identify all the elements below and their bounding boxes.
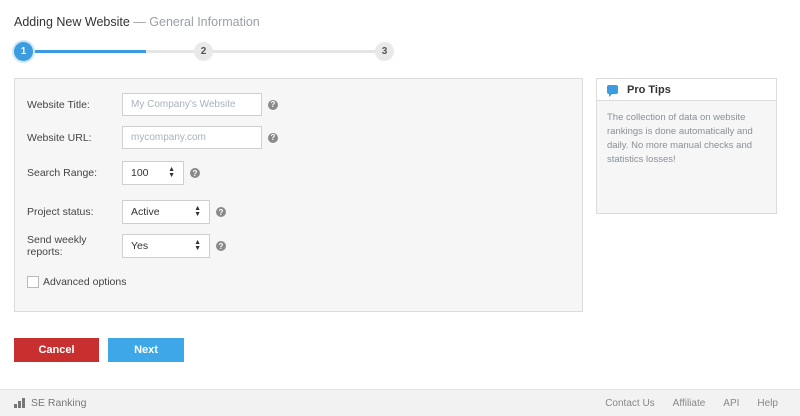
- chat-bubble-icon: [607, 85, 618, 97]
- search-range-stepper[interactable]: 100 ▲ ▼: [122, 161, 184, 185]
- website-title-row: Website Title: ?: [27, 93, 278, 116]
- updown-arrows-icon: ▲ ▼: [168, 166, 175, 179]
- search-range-value: 100: [131, 167, 149, 179]
- updown-arrows-icon: ▲ ▼: [194, 239, 201, 252]
- next-button[interactable]: Next: [108, 338, 184, 362]
- footer-links: Contact Us Affiliate API Help: [605, 398, 778, 409]
- advanced-options-checkbox[interactable]: [27, 276, 39, 288]
- step-3[interactable]: 3: [375, 42, 394, 61]
- help-icon[interactable]: ?: [190, 168, 200, 178]
- footer-link-help[interactable]: Help: [757, 398, 778, 409]
- project-status-value: Active: [131, 206, 160, 218]
- pro-tips-header: Pro Tips: [597, 79, 776, 101]
- pro-tips-panel: Pro Tips The collection of data on websi…: [596, 78, 777, 214]
- website-title-input[interactable]: [122, 93, 262, 116]
- general-info-form: Website Title: ? Website URL: ? Search R…: [14, 78, 583, 312]
- project-status-label: Project status:: [27, 206, 94, 218]
- weekly-reports-label: Send weekly reports:: [27, 234, 87, 258]
- cancel-button[interactable]: Cancel: [14, 338, 99, 362]
- website-url-label: Website URL:: [27, 131, 92, 144]
- advanced-options-row: Advanced options: [27, 276, 126, 288]
- website-url-input[interactable]: [122, 126, 262, 149]
- progress-stepper: 1 2 3: [14, 42, 394, 62]
- step-1[interactable]: 1: [14, 42, 33, 61]
- weekly-reports-value: Yes: [131, 240, 149, 252]
- footer-link-api[interactable]: API: [723, 398, 739, 409]
- brand-logo[interactable]: SE Ranking: [14, 397, 86, 409]
- website-title-label: Website Title:: [27, 98, 90, 111]
- footer-link-affiliate[interactable]: Affiliate: [673, 398, 706, 409]
- website-url-row: Website URL: ?: [27, 126, 278, 149]
- weekly-reports-select[interactable]: Yes ▲ ▼: [122, 234, 210, 258]
- bar-chart-icon: [14, 398, 25, 408]
- advanced-options-label[interactable]: Advanced options: [43, 276, 126, 288]
- search-range-row: Search Range: 100 ▲ ▼ ?: [27, 161, 200, 185]
- footer-link-contact[interactable]: Contact Us: [605, 398, 654, 409]
- project-status-select[interactable]: Active ▲ ▼: [122, 200, 210, 224]
- help-icon[interactable]: ?: [268, 99, 278, 110]
- help-icon[interactable]: ?: [268, 132, 278, 143]
- updown-arrows-icon: ▲ ▼: [194, 205, 201, 218]
- page-title-main: Adding New Website: [14, 15, 130, 29]
- weekly-reports-row: Send weekly reports: Yes ▲ ▼ ?: [27, 234, 226, 258]
- footer: SE Ranking Contact Us Affiliate API Help: [0, 389, 800, 416]
- project-status-row: Project status: Active ▲ ▼ ?: [27, 200, 226, 224]
- page-title-subtitle: — General Information: [133, 15, 260, 29]
- pro-tips-text: The collection of data on website rankin…: [607, 112, 753, 165]
- page-title: Adding New Website — General Information: [14, 15, 260, 29]
- help-icon[interactable]: ?: [216, 241, 226, 251]
- search-range-label: Search Range:: [27, 167, 98, 179]
- step-2[interactable]: 2: [194, 42, 213, 61]
- stepper-progress: [22, 50, 146, 53]
- pro-tips-title: Pro Tips: [627, 83, 671, 96]
- help-icon[interactable]: ?: [216, 207, 226, 217]
- brand-name: SE Ranking: [31, 397, 87, 409]
